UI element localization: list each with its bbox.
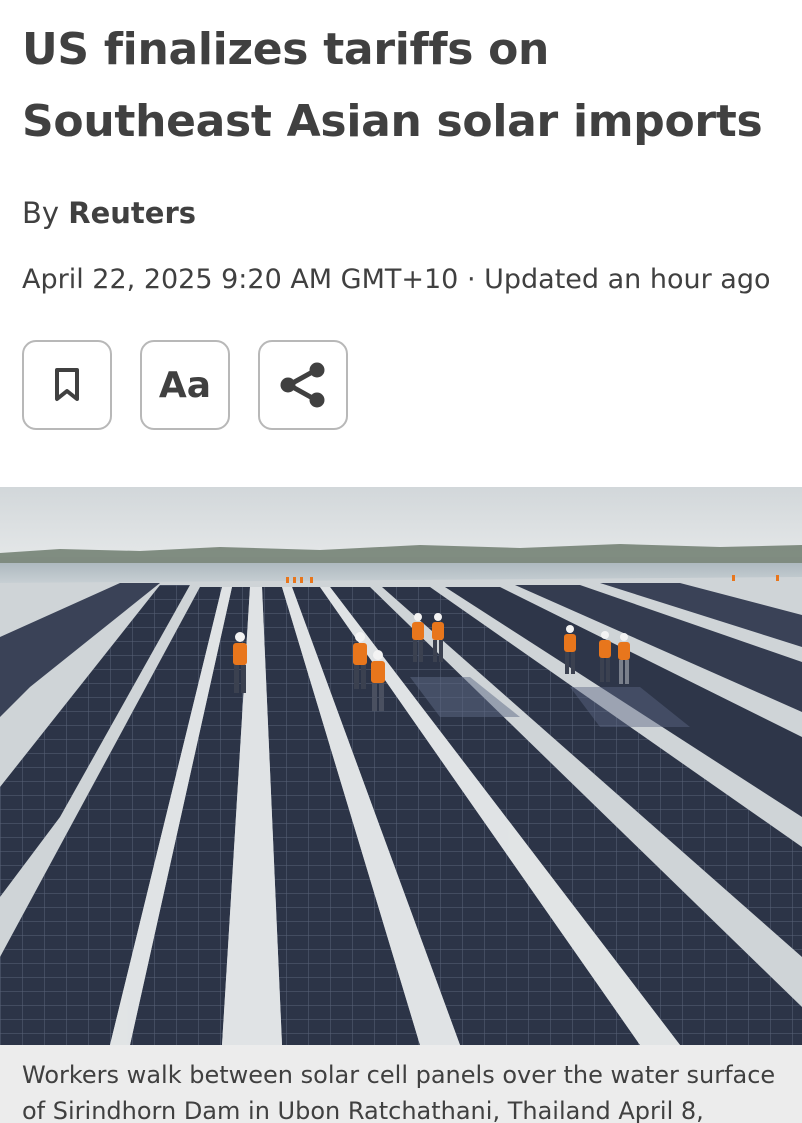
solar-farm-image	[0, 487, 802, 1045]
share-icon	[277, 360, 329, 410]
font-size-button[interactable]: Aa	[140, 340, 230, 430]
font-size-label: Aa	[158, 364, 212, 406]
article-photo[interactable]	[0, 487, 802, 1045]
byline-prefix: By	[22, 196, 60, 230]
photo-caption: Workers walk between solar cell panels o…	[0, 1045, 802, 1123]
byline-author[interactable]: Reuters	[68, 196, 196, 230]
share-button[interactable]	[258, 340, 348, 430]
article-toolbar: Aa	[22, 340, 348, 430]
bookmark-button[interactable]	[22, 340, 112, 430]
bookmark-icon	[52, 366, 82, 404]
byline: By Reuters	[22, 193, 196, 233]
photo-caption-text: Workers walk between solar cell panels o…	[22, 1061, 776, 1123]
article-headline: US finalizes tariffs on Southeast Asian …	[22, 24, 763, 147]
publish-dateline: April 22, 2025 9:20 AM GMT+10 · Updated …	[22, 264, 771, 295]
